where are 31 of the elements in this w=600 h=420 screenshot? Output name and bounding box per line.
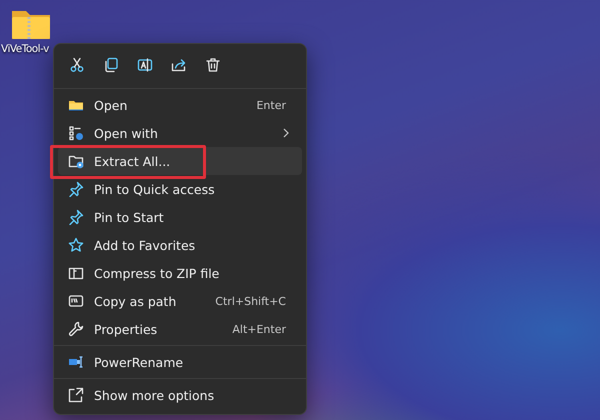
- delete-icon: [205, 57, 221, 73]
- shortcut-text: Enter: [256, 98, 286, 112]
- menu-item[interactable]: Open with: [58, 119, 302, 147]
- cut-button[interactable]: [68, 56, 86, 74]
- copy-icon: [103, 57, 119, 73]
- app-list-icon: [68, 125, 84, 141]
- menu-item[interactable]: Properties Alt+Enter: [58, 315, 302, 343]
- expand-icon: [68, 387, 84, 403]
- chevron-right-icon: [282, 128, 290, 138]
- menu-item[interactable]: Show more options: [58, 381, 302, 409]
- pin-icon: [68, 181, 84, 197]
- file-name: ViVeTool-v: [1, 43, 49, 55]
- rename-icon: [137, 57, 153, 73]
- menu-item[interactable]: Pin to Quick access: [58, 175, 302, 203]
- path-icon: [68, 293, 84, 309]
- menu-item[interactable]: Add to Favorites: [58, 231, 302, 259]
- menu-item[interactable]: Pin to Start: [58, 203, 302, 231]
- star-icon: [68, 237, 84, 253]
- menu-item[interactable]: PowerRename: [58, 348, 302, 376]
- wrench-icon: [68, 321, 84, 337]
- share-icon: [171, 57, 187, 73]
- menu-item[interactable]: Open Enter: [58, 91, 302, 119]
- shortcut-text: Ctrl+Shift+C: [215, 294, 286, 308]
- menu-item[interactable]: Compress to ZIP file: [58, 259, 302, 287]
- pin-icon: [68, 209, 84, 225]
- cut-icon: [69, 57, 85, 73]
- menu-item[interactable]: Copy as path Ctrl+Shift+C: [58, 287, 302, 315]
- rename-tool-icon: [68, 354, 84, 370]
- delete-button[interactable]: [204, 56, 222, 74]
- shortcut-text: Alt+Enter: [232, 322, 286, 336]
- rename-button[interactable]: [136, 56, 154, 74]
